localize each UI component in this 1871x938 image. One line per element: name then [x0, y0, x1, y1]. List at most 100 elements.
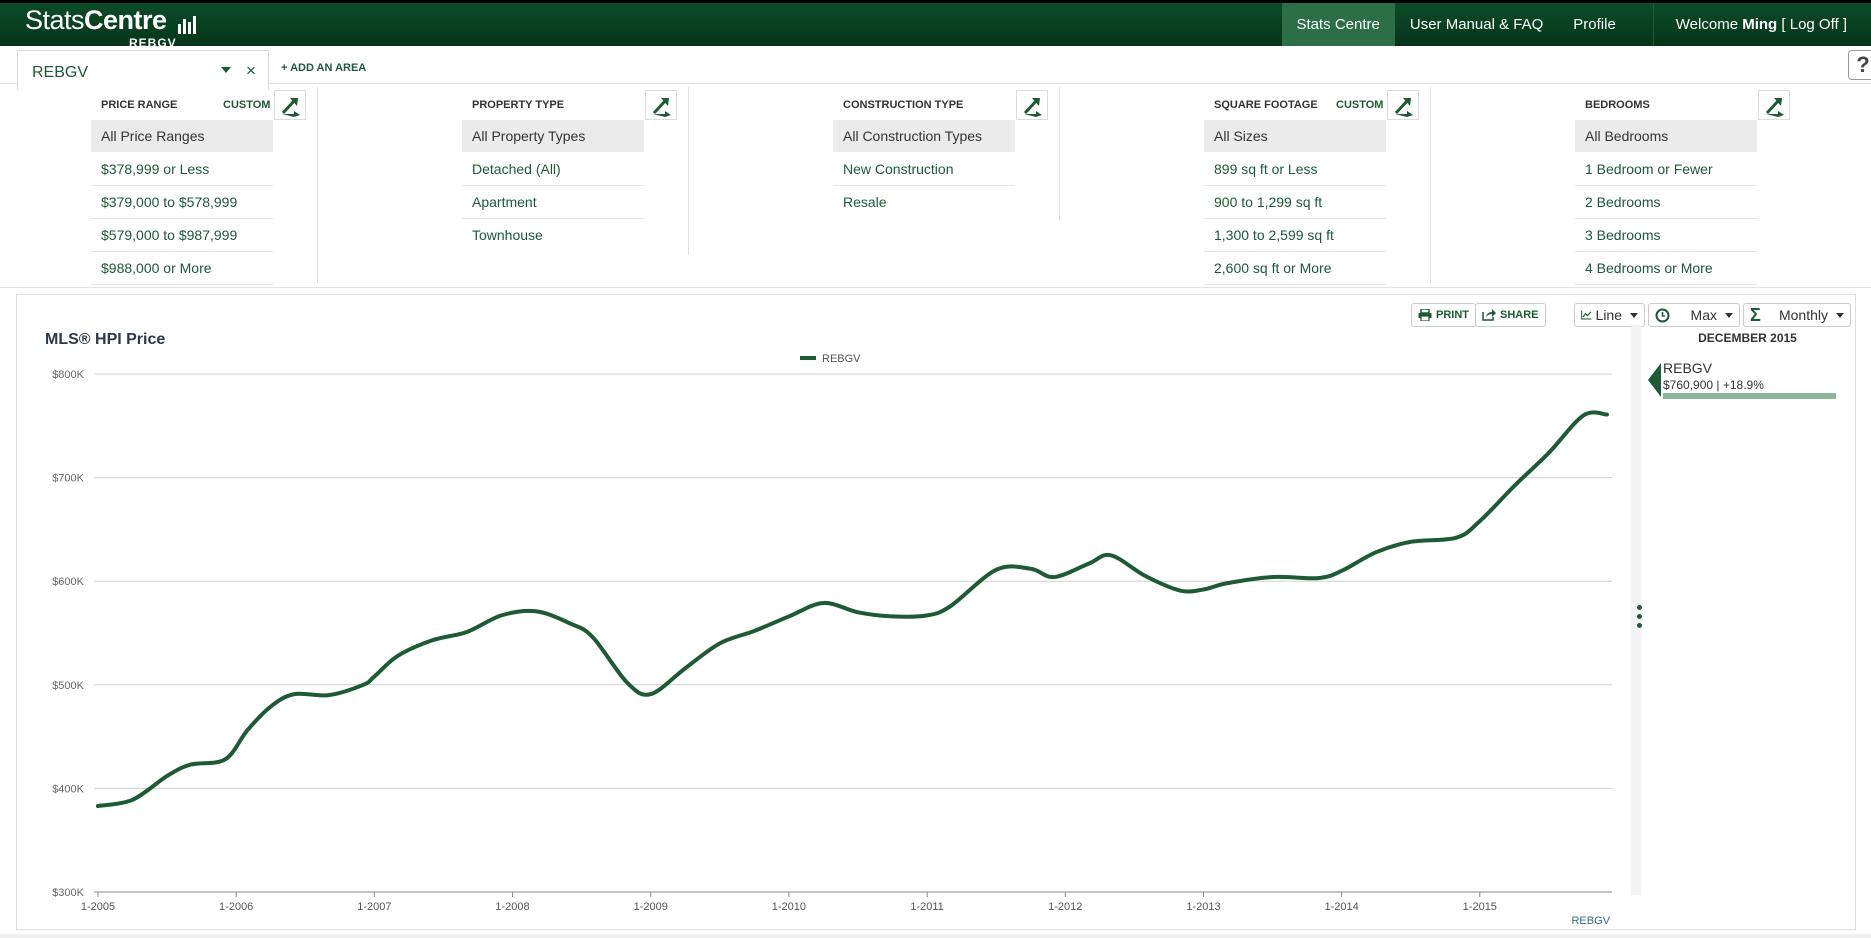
x-tick-label: 1-2007	[357, 901, 391, 913]
welcome-prefix: Welcome	[1675, 16, 1739, 33]
price-line-chart: $300K $400K $500K $600K $700K $800K 1-2005 1-20…	[52, 353, 1612, 927]
filter-square-footage: SQUARE FOOTAGE CUSTOM All Sizes 899 sq f…	[1113, 85, 1484, 285]
option-item[interactable]: 1 Bedroom or Fewer	[1575, 153, 1757, 186]
option-item[interactable]: 2 Bedrooms	[1575, 186, 1757, 219]
x-tick-label: 1-2009	[634, 901, 668, 913]
option-item[interactable]: 4 Bedrooms or More	[1575, 252, 1757, 285]
series-marker-icon	[1648, 363, 1661, 397]
compare-arrow-icon	[1765, 98, 1784, 117]
option-list: All Construction Types New Construction …	[833, 120, 1015, 219]
bar-chart-icon	[177, 10, 196, 40]
option-list: All Bedrooms 1 Bedroom or Fewer 2 Bedroo…	[1575, 120, 1757, 285]
column-divider	[317, 87, 318, 283]
time-range-select[interactable]: Max	[1648, 303, 1740, 327]
x-tick-label: 1-2015	[1463, 901, 1497, 913]
column-divider	[688, 87, 689, 255]
logo-text: Stats	[25, 5, 85, 35]
option-item[interactable]: 899 sq ft or Less	[1204, 153, 1386, 186]
chevron-down-icon	[1725, 312, 1733, 318]
compare-button[interactable]	[1016, 90, 1048, 120]
resize-handle-icon[interactable]	[1637, 605, 1642, 632]
filter-title: CONSTRUCTION TYPE	[843, 99, 964, 111]
y-tick-label: $600K	[52, 576, 84, 588]
filter-title: PRICE RANGE	[101, 99, 178, 111]
clock-icon	[1655, 308, 1670, 322]
compare-arrow-icon	[1023, 98, 1042, 117]
y-tick-label: $800K	[52, 369, 84, 381]
option-item[interactable]: $378,999 or Less	[91, 153, 273, 186]
nav-user-manual[interactable]: User Manual & FAQ	[1395, 3, 1558, 46]
option-item[interactable]: $379,000 to $578,999	[91, 186, 273, 219]
x-tick-label: 1-2014	[1325, 901, 1359, 913]
frequency-select[interactable]: Σ Monthly	[1743, 303, 1851, 327]
top-navigation-bar: StatsCentre REBGV Stats Centre User Manu…	[0, 0, 1871, 50]
compare-arrow-icon	[281, 98, 300, 117]
add-area-button[interactable]: + ADD AN AREA	[281, 62, 366, 74]
option-item[interactable]: All Property Types	[462, 120, 644, 153]
x-tick-label: 1-2012	[1048, 901, 1082, 913]
chevron-down-icon[interactable]	[221, 67, 231, 73]
x-tick-label: 1-2013	[1186, 901, 1220, 913]
x-tick-label: 1-2010	[772, 901, 806, 913]
nav-divider	[1652, 3, 1654, 46]
option-item[interactable]: $579,000 to $987,999	[91, 219, 273, 252]
option-item[interactable]: All Sizes	[1204, 120, 1386, 153]
option-item[interactable]: 3 Bedrooms	[1575, 219, 1757, 252]
compare-arrow-icon	[652, 98, 671, 117]
option-item[interactable]: Detached (All)	[462, 153, 644, 186]
nav-stats-centre[interactable]: Stats Centre	[1281, 3, 1395, 46]
filter-construction-type: CONSTRUCTION TYPE All Construction Types…	[742, 85, 1113, 283]
stats-centre-logo[interactable]: StatsCentre REBGV	[25, 5, 196, 50]
filter-title: SQUARE FOOTAGE	[1214, 99, 1318, 111]
chevron-down-icon	[1836, 312, 1844, 318]
y-tick-label: $700K	[52, 473, 84, 485]
compare-button[interactable]	[1758, 90, 1790, 120]
summary-month: DECEMBER 2015	[1698, 331, 1797, 345]
time-range-value: Max	[1690, 307, 1717, 323]
compare-button[interactable]	[645, 90, 677, 120]
compare-arrow-icon	[1394, 98, 1413, 117]
option-item[interactable]: New Construction	[833, 153, 1015, 186]
chevron-down-icon	[1630, 312, 1638, 318]
series-line-rebgv	[96, 410, 1609, 809]
option-item[interactable]: 900 to 1,299 sq ft	[1204, 186, 1386, 219]
filter-bedrooms: BEDROOMS All Bedrooms 1 Bedroom or Fewer…	[1484, 85, 1855, 285]
summary-side-panel: DECEMBER 2015 REBGV $760,900 | +18.9%	[1645, 325, 1850, 895]
compare-button[interactable]	[1387, 90, 1419, 120]
area-tab[interactable]: REBGV ×	[17, 50, 269, 90]
y-tick-label: $400K	[52, 783, 84, 795]
custom-button[interactable]: CUSTOM	[223, 99, 270, 111]
column-divider	[1430, 87, 1431, 283]
x-tick-label: 1-2005	[81, 901, 115, 913]
option-item[interactable]: All Construction Types	[833, 120, 1015, 153]
main-nav: Stats Centre User Manual & FAQ Profile W…	[1281, 3, 1871, 46]
option-item[interactable]: Resale	[833, 186, 1015, 219]
nav-profile[interactable]: Profile	[1558, 3, 1631, 46]
legend-label: REBGV	[822, 353, 861, 365]
filter-panels: PRICE RANGE CUSTOM All Price Ranges $378…	[0, 85, 1871, 288]
option-list: All Property Types Detached (All) Apartm…	[462, 120, 644, 252]
option-item[interactable]: Townhouse	[462, 219, 644, 252]
x-tick-label: 1-2011	[910, 901, 943, 913]
close-icon[interactable]: ×	[246, 61, 256, 81]
compare-button[interactable]	[274, 90, 306, 120]
filter-title: PROPERTY TYPE	[472, 99, 565, 111]
area-selector-row: REBGV × + ADD AN AREA ?	[0, 46, 1871, 90]
help-button[interactable]: ?	[1848, 50, 1871, 80]
filter-title: BEDROOMS	[1585, 99, 1650, 111]
column-divider	[1059, 87, 1060, 220]
welcome-message: Welcome Ming [ Log Off ]	[1676, 16, 1871, 33]
option-item[interactable]: $988,000 or More	[91, 252, 273, 285]
summary-series-name: REBGV	[1663, 360, 1713, 376]
option-item[interactable]: Apartment	[462, 186, 644, 219]
option-item[interactable]: All Price Ranges	[91, 120, 273, 153]
y-tick-label: $500K	[52, 680, 84, 692]
option-item[interactable]: 1,300 to 2,599 sq ft	[1204, 219, 1386, 252]
option-list: All Sizes 899 sq ft or Less 900 to 1,299…	[1204, 120, 1386, 285]
option-item[interactable]: 2,600 sq ft or More	[1204, 252, 1386, 285]
option-item[interactable]: All Bedrooms	[1575, 120, 1757, 153]
log-off-link[interactable]: [ Log Off ]	[1781, 16, 1847, 33]
custom-button[interactable]: CUSTOM	[1336, 99, 1383, 111]
sigma-icon: Σ	[1750, 304, 1761, 325]
option-list: All Price Ranges $378,999 or Less $379,0…	[91, 120, 273, 285]
